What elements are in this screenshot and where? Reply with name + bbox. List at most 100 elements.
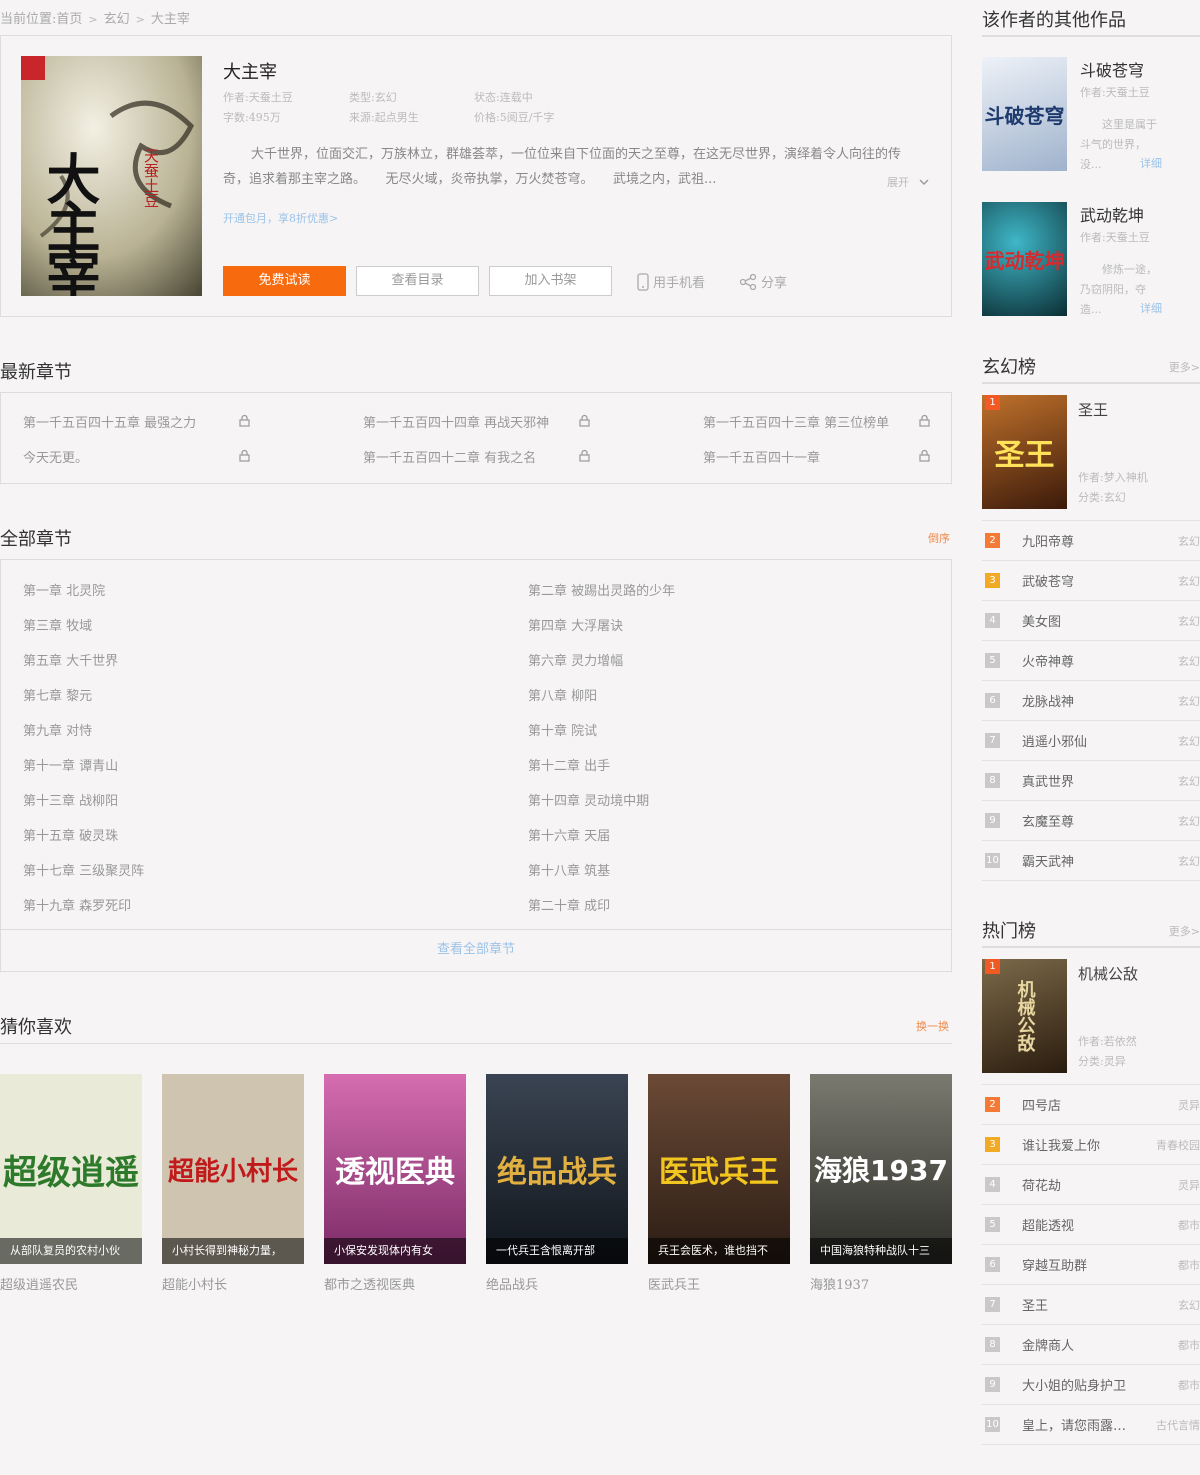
rank-title[interactable]: 四号店 bbox=[1022, 1095, 1137, 1114]
breadcrumb-category[interactable]: 玄幻 bbox=[104, 12, 130, 27]
rank-title[interactable]: 穿越互助群 bbox=[1022, 1255, 1137, 1274]
rec-book-cover[interactable]: 绝品战兵 一代兵王含恨离开部 bbox=[486, 1074, 628, 1264]
other-work-cover[interactable]: 斗破苍穹 bbox=[982, 57, 1067, 171]
rank-row[interactable]: 5 超能透视 都市 bbox=[982, 1205, 1200, 1245]
rank-title[interactable]: 大小姐的贴身护卫 bbox=[1022, 1375, 1137, 1394]
rank-title[interactable]: 荷花劫 bbox=[1022, 1175, 1137, 1194]
mobile-read-action[interactable]: 用手机看 bbox=[637, 272, 705, 291]
rank-title[interactable]: 逍遥小邪仙 bbox=[1022, 731, 1137, 750]
latest-chapter-item[interactable]: 第一千五百四十五章 最强之力 bbox=[23, 412, 253, 431]
rank-row[interactable]: 8 真武世界 玄幻 bbox=[982, 761, 1200, 801]
other-work-title[interactable]: 武动乾坤 bbox=[1080, 202, 1144, 226]
rank-title[interactable]: 皇上，请您雨露… bbox=[1022, 1415, 1137, 1434]
rank-row[interactable]: 4 美女图 玄幻 bbox=[982, 601, 1200, 641]
latest-chapter-item[interactable]: 第一千五百四十二章 有我之名 bbox=[363, 447, 593, 466]
other-work-title[interactable]: 斗破苍穹 bbox=[1080, 57, 1144, 81]
chapter-link[interactable]: 第十九章 森罗死印 bbox=[23, 895, 131, 914]
chapter-link[interactable]: 第十一章 谭青山 bbox=[23, 755, 118, 774]
vip-subscribe-link[interactable]: 开通包月，享8折优惠> bbox=[223, 210, 338, 226]
rank-row[interactable]: 9 大小姐的贴身护卫 都市 bbox=[982, 1365, 1200, 1405]
rec-book-card[interactable]: 透视医典 小保安发现体内有女 都市之透视医典 bbox=[324, 1074, 466, 1293]
chapter-link[interactable]: 第四章 大浮屠诀 bbox=[528, 615, 623, 634]
rec-book-title[interactable]: 超能小村长 bbox=[162, 1274, 304, 1293]
rank-row[interactable]: 7 圣王 玄幻 bbox=[982, 1285, 1200, 1325]
chapter-link[interactable]: 第十二章 出手 bbox=[528, 755, 610, 774]
book-cover[interactable]: 大主宰 天蚕土豆 bbox=[21, 56, 202, 296]
rank-title[interactable]: 武破苍穹 bbox=[1022, 571, 1137, 590]
reverse-order-link[interactable]: 倒序 bbox=[928, 530, 950, 546]
chapter-link[interactable]: 第十四章 灵动境中期 bbox=[528, 790, 649, 809]
rank-title[interactable]: 真武世界 bbox=[1022, 771, 1137, 790]
chapter-link[interactable]: 第八章 柳阳 bbox=[528, 685, 597, 704]
rank-title[interactable]: 九阳帝尊 bbox=[1022, 531, 1137, 550]
chapter-link[interactable]: 第十三章 战柳阳 bbox=[23, 790, 118, 809]
rank-top-title[interactable]: 圣王 bbox=[1078, 399, 1108, 420]
chapter-link[interactable]: 第六章 灵力增幅 bbox=[528, 650, 623, 669]
rec-book-cover[interactable]: 超级逍遥 从部队复员的农村小伙 bbox=[0, 1074, 142, 1264]
rank-row[interactable]: 2 九阳帝尊 玄幻 bbox=[982, 521, 1200, 561]
rank-row[interactable]: 5 火帝神尊 玄幻 bbox=[982, 641, 1200, 681]
rank-top-item[interactable]: 圣王 1 圣王 作者:梦入神机 分类:玄幻 bbox=[982, 395, 1200, 521]
rec-book-card[interactable]: 超能小村长 小村长得到神秘力量， 超能小村长 bbox=[162, 1074, 304, 1293]
other-work-item[interactable]: 武动乾坤 武动乾坤 作者:天蚕土豆 修炼一途，乃窃阴阳，夺造... 详细 bbox=[982, 202, 1200, 318]
latest-chapter-item[interactable]: 今天无更。 bbox=[23, 447, 253, 466]
latest-chapter-item[interactable]: 第一千五百四十三章 第三位榜单 bbox=[703, 412, 908, 431]
catalog-button[interactable]: 查看目录 bbox=[356, 266, 479, 296]
free-read-button[interactable]: 免费试读 bbox=[223, 266, 346, 296]
latest-chapter-item[interactable]: 第一千五百四十四章 再战天邪神 bbox=[363, 412, 593, 431]
view-all-chapters-button[interactable]: 查看全部章节 bbox=[1, 929, 951, 971]
other-work-detail-link[interactable]: 详细 bbox=[1140, 155, 1162, 171]
rank-row[interactable]: 10 皇上，请您雨露… 古代言情 bbox=[982, 1405, 1200, 1445]
refresh-link[interactable]: 换一换 bbox=[916, 1018, 949, 1034]
other-work-detail-link[interactable]: 详细 bbox=[1140, 300, 1162, 316]
xuanhuan-more-link[interactable]: 更多> bbox=[1169, 359, 1200, 375]
rank-row[interactable]: 6 龙脉战神 玄幻 bbox=[982, 681, 1200, 721]
chapter-link[interactable]: 第十六章 天届 bbox=[528, 825, 610, 844]
rank-title[interactable]: 超能透视 bbox=[1022, 1215, 1137, 1234]
chapter-link[interactable]: 第二十章 成印 bbox=[528, 895, 610, 914]
breadcrumb-home[interactable]: 首页 bbox=[56, 12, 82, 27]
rank-title[interactable]: 龙脉战神 bbox=[1022, 691, 1137, 710]
rank-title[interactable]: 火帝神尊 bbox=[1022, 651, 1137, 670]
rec-book-card[interactable]: 海狼1937 中国海狼特种战队十三 海狼1937 bbox=[810, 1074, 952, 1293]
rec-book-card[interactable]: 超级逍遥 从部队复员的农村小伙 超级逍遥农民 bbox=[0, 1074, 142, 1293]
chapter-link[interactable]: 第七章 黎元 bbox=[23, 685, 92, 704]
rec-book-cover[interactable]: 海狼1937 中国海狼特种战队十三 bbox=[810, 1074, 952, 1264]
rank-row[interactable]: 3 武破苍穹 玄幻 bbox=[982, 561, 1200, 601]
rec-book-title[interactable]: 医武兵王 bbox=[648, 1274, 790, 1293]
hot-more-link[interactable]: 更多> bbox=[1169, 923, 1200, 939]
rank-title[interactable]: 圣王 bbox=[1022, 1295, 1137, 1314]
rec-book-cover[interactable]: 透视医典 小保安发现体内有女 bbox=[324, 1074, 466, 1264]
chapter-link[interactable]: 第三章 牧域 bbox=[23, 615, 92, 634]
chapter-link[interactable]: 第十章 院试 bbox=[528, 720, 597, 739]
rank-title[interactable]: 玄魔至尊 bbox=[1022, 811, 1137, 830]
rank-title[interactable]: 谁让我爱上你 bbox=[1022, 1135, 1137, 1154]
rec-book-card[interactable]: 医武兵王 兵王会医术，谁也挡不 医武兵王 bbox=[648, 1074, 790, 1293]
rank-row[interactable]: 10 霸天武神 玄幻 bbox=[982, 841, 1200, 881]
rec-book-title[interactable]: 超级逍遥农民 bbox=[0, 1274, 142, 1293]
rank-row[interactable]: 3 谁让我爱上你 青春校园 bbox=[982, 1125, 1200, 1165]
rank-top-cover[interactable]: 圣王 1 bbox=[982, 395, 1067, 509]
rec-book-card[interactable]: 绝品战兵 一代兵王含恨离开部 绝品战兵 bbox=[486, 1074, 628, 1293]
rank-row[interactable]: 2 四号店 灵异 bbox=[982, 1085, 1200, 1125]
rank-top-cover[interactable]: 机械公敌 1 bbox=[982, 959, 1067, 1073]
rank-row[interactable]: 8 金牌商人 都市 bbox=[982, 1325, 1200, 1365]
rank-row[interactable]: 9 玄魔至尊 玄幻 bbox=[982, 801, 1200, 841]
latest-chapter-item[interactable]: 第一千五百四十一章 bbox=[703, 447, 933, 466]
other-work-cover[interactable]: 武动乾坤 bbox=[982, 202, 1067, 316]
rank-top-item[interactable]: 机械公敌 1 机械公敌 作者:若依然 分类:灵异 bbox=[982, 959, 1200, 1085]
rank-row[interactable]: 6 穿越互助群 都市 bbox=[982, 1245, 1200, 1285]
rank-top-title[interactable]: 机械公敌 bbox=[1078, 963, 1138, 984]
rank-row[interactable]: 4 荷花劫 灵异 bbox=[982, 1165, 1200, 1205]
rec-book-cover[interactable]: 医武兵王 兵王会医术，谁也挡不 bbox=[648, 1074, 790, 1264]
rec-book-title[interactable]: 绝品战兵 bbox=[486, 1274, 628, 1293]
intro-expand-toggle[interactable]: 展开 bbox=[887, 174, 929, 190]
rec-book-title[interactable]: 都市之透视医典 bbox=[324, 1274, 466, 1293]
add-shelf-button[interactable]: 加入书架 bbox=[489, 266, 612, 296]
rec-book-cover[interactable]: 超能小村长 小村长得到神秘力量， bbox=[162, 1074, 304, 1264]
chapter-link[interactable]: 第十七章 三级聚灵阵 bbox=[23, 860, 144, 879]
rank-row[interactable]: 7 逍遥小邪仙 玄幻 bbox=[982, 721, 1200, 761]
share-action[interactable]: 分享 bbox=[739, 272, 787, 291]
rank-title[interactable]: 霸天武神 bbox=[1022, 851, 1137, 870]
chapter-link[interactable]: 第一章 北灵院 bbox=[23, 580, 105, 599]
